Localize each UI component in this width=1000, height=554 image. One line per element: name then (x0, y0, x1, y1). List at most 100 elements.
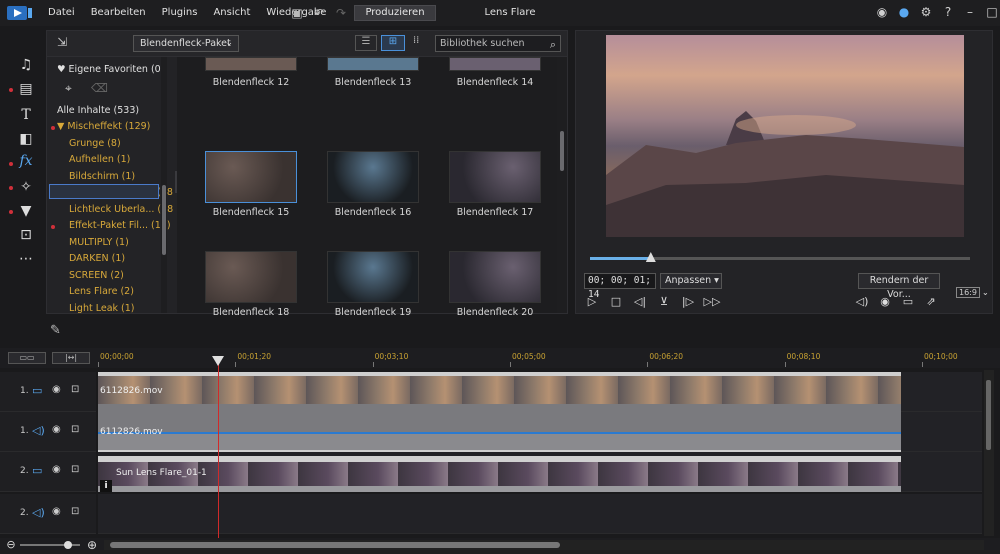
lock-icon[interactable]: ⊡ (71, 424, 83, 438)
tree-dot (51, 126, 55, 130)
notification-icon[interactable]: ● (896, 3, 912, 21)
ruler-tick (372, 362, 374, 367)
help-icon[interactable]: ? (940, 3, 956, 21)
tree-scroll-thumb[interactable] (162, 185, 166, 255)
tree-item[interactable]: Lens Flare (2) (69, 286, 173, 297)
ruler-tick (235, 362, 237, 367)
search-placeholder: Bibliothek suchen (440, 38, 525, 49)
eye-icon[interactable]: ◉ (52, 424, 64, 438)
ruler-tick (647, 362, 649, 367)
grid-view-button[interactable]: ⊞ (381, 35, 405, 51)
import-icon[interactable]: ⇲ (53, 35, 71, 51)
track-manager-button[interactable]: ▭▭ (8, 352, 46, 364)
eye-icon[interactable]: ◉ (52, 464, 64, 478)
tree-item[interactable]: Grunge (8) (69, 138, 173, 149)
fast-forward-icon[interactable]: ▷▷ (704, 293, 721, 309)
previous-frame-icon[interactable]: ◁| (632, 293, 648, 309)
more-icon[interactable]: ⋯ (16, 250, 36, 268)
menu-bearbeiten[interactable]: Bearbeiten (83, 0, 154, 26)
tree-item[interactable]: Effekt-Paket Fil... (15) (69, 220, 173, 231)
text-room-icon[interactable]: T (16, 106, 36, 124)
grid-scroll-thumb[interactable] (560, 131, 564, 171)
effect-thumbnail[interactable] (205, 251, 297, 303)
tree-item[interactable]: Bildschirm (1) (69, 171, 173, 182)
timeline-hscroll-thumb[interactable] (110, 542, 560, 548)
zoom-slider-handle[interactable] (64, 541, 72, 549)
tree-favorites[interactable]: ♥ Eigene Favoriten (0) (57, 64, 161, 75)
timeline-vscroll-thumb[interactable] (986, 380, 991, 450)
effect-thumbnail[interactable] (327, 251, 419, 303)
remove-favorite-icon[interactable]: ⌫ (91, 81, 108, 95)
aspect-ratio-dropdown[interactable]: 16:9 ⌄ (956, 285, 989, 301)
settings-panel-icon[interactable]: ▭ (900, 293, 916, 309)
thumbnail-size-icon[interactable]: ⁞⁞ (413, 35, 427, 51)
edit-tool-icon[interactable]: ✎ (50, 323, 70, 341)
timecode-field[interactable]: 00; 00; 01; 14 (584, 273, 656, 300)
eye-icon[interactable]: ◉ (52, 384, 64, 398)
gear-icon[interactable]: ⚙ (918, 3, 934, 21)
pip-room-icon[interactable]: ◧ (16, 130, 36, 148)
menu-datei[interactable]: Datei (40, 0, 83, 26)
menu-plugins[interactable]: Plugins (154, 0, 206, 26)
timeline-ruler[interactable]: 00;00;00 00;01;20 00;03;10 00;05;00 00;06;20… (98, 348, 982, 368)
eye-icon[interactable]: ◉ (52, 506, 64, 520)
effect-thumbnail[interactable] (327, 151, 419, 203)
tree-item[interactable]: DARKEN (1) (69, 253, 173, 264)
maximize-icon[interactable]: □ (984, 3, 1000, 21)
produce-button[interactable]: Produzieren (354, 5, 436, 21)
particle-room-icon[interactable]: ✧ (16, 178, 36, 196)
add-favorite-icon[interactable]: ⌖ (65, 81, 72, 96)
effect-thumbnail[interactable] (205, 151, 297, 203)
track-number: 1. (20, 386, 29, 396)
effect-thumbnail[interactable] (327, 57, 419, 71)
panel-splitter[interactable] (0, 318, 1000, 346)
menu-ansicht[interactable]: Ansicht (205, 0, 258, 26)
fit-dropdown[interactable]: Anpassen ▾ (660, 273, 722, 289)
tree-item[interactable]: ▼ Mischeffekt (129) (57, 121, 161, 132)
tree-item[interactable]: Lichtleck Überla... (48) (69, 204, 173, 215)
redo-icon[interactable]: ↷ (332, 5, 350, 21)
account-icon[interactable]: ◉ (874, 3, 890, 21)
tree-item[interactable]: Light Leak (1) (69, 303, 173, 314)
transition-room-icon[interactable]: ▼ (16, 202, 36, 220)
zoom-in-icon[interactable]: ⊕ (86, 539, 98, 551)
info-icon[interactable]: i (100, 480, 112, 492)
preview-panel: 00; 00; 01; 14 Anpassen ▾ Rendern der Vo… (575, 30, 993, 314)
list-view-button[interactable]: ☰ (355, 35, 377, 51)
effect-thumbnail[interactable] (449, 57, 541, 71)
grid-scrollbar[interactable] (557, 57, 567, 313)
undock-icon[interactable]: ⇗ (923, 293, 939, 309)
save-icon[interactable]: ▣ (288, 5, 306, 21)
tree-item[interactable]: MULTIPLY (1) (69, 237, 173, 248)
title-room-icon[interactable]: ▤ (16, 80, 36, 98)
volume-icon[interactable]: ◁) (854, 293, 870, 309)
effect-thumbnail[interactable] (205, 57, 297, 71)
media-room-icon[interactable]: ♫ (16, 56, 36, 74)
tree-item[interactable]: Aufhellen (1) (69, 154, 173, 165)
effect-thumbnail[interactable] (449, 151, 541, 203)
subtitle-room-icon[interactable]: ⊡ (16, 226, 36, 244)
zoom-out-icon[interactable]: ⊖ (5, 539, 17, 551)
library-search-input[interactable]: Bibliothek suchen ⌕ (435, 35, 561, 52)
minimize-icon[interactable]: – (962, 3, 978, 21)
lock-icon[interactable]: ⊡ (71, 384, 83, 398)
render-preview-button[interactable]: Rendern der Vor... (858, 273, 940, 300)
camera-icon[interactable]: ◉ (877, 293, 893, 309)
window-controls: ◉ ● ⚙ ? – □ ✕ (874, 3, 1000, 21)
pack-dropdown[interactable]: Blendenfleck-Paket ⌄ (133, 35, 239, 52)
next-frame-icon[interactable]: |▷ (680, 293, 696, 309)
undo-icon[interactable]: ↶ (310, 5, 328, 21)
track-lane[interactable] (98, 494, 982, 534)
fit-timeline-button[interactable]: |↔| (52, 352, 90, 364)
play-icon[interactable]: ▷ (584, 293, 600, 309)
effect-thumbnail[interactable] (449, 251, 541, 303)
fx-room-icon[interactable]: fx (16, 152, 36, 170)
tree-item[interactable]: SCREEN (2) (69, 270, 173, 281)
stop-icon[interactable]: □ (608, 293, 624, 309)
track-number: 2. (20, 466, 29, 476)
search-icon[interactable]: ⌕ (550, 37, 556, 52)
tree-all-content[interactable]: Alle Inhalte (533) (57, 105, 161, 116)
lock-icon[interactable]: ⊡ (71, 464, 83, 478)
lock-icon[interactable]: ⊡ (71, 506, 83, 520)
snapshot-frame-icon[interactable]: ⊻ (656, 293, 672, 309)
